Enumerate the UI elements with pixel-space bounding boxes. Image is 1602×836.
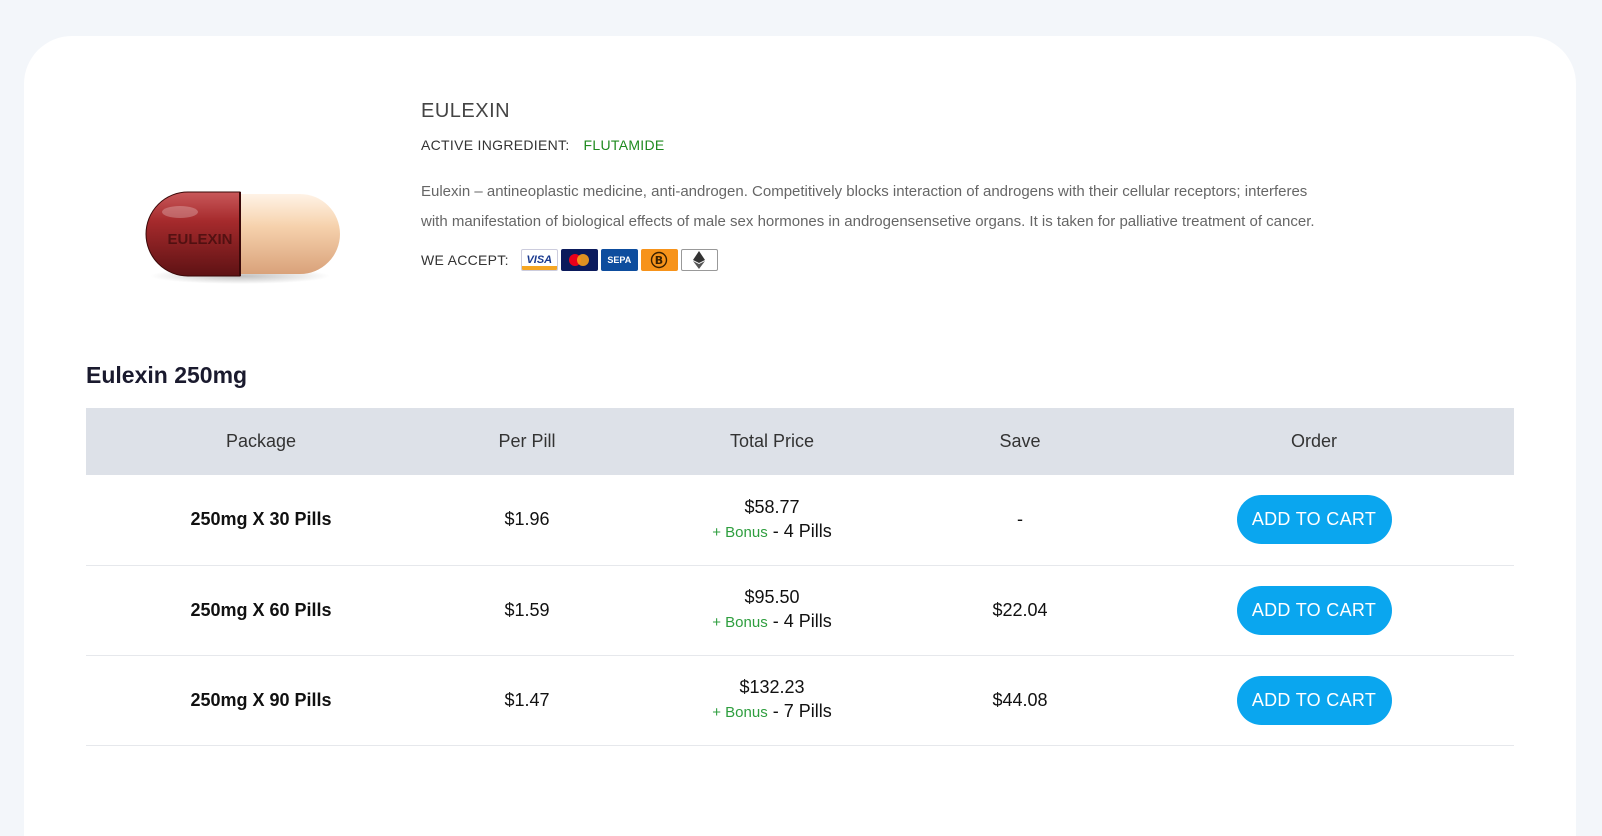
product-image: EULEXIN <box>140 186 340 286</box>
header-package: Package <box>86 408 436 475</box>
package-cell: 250mg X 30 Pills <box>86 475 436 566</box>
product-title: EULEXIN <box>421 100 511 122</box>
bonus-value: - 4 Pills <box>767 520 832 541</box>
mastercard-icon <box>560 249 598 271</box>
per-pill-cell: $1.59 <box>436 565 618 656</box>
add-to-cart-button[interactable]: ADD TO CART <box>1236 495 1392 545</box>
total-price-cell: $132.23 + Bonus - 7 Pills <box>618 655 926 746</box>
package-cell: 250mg X 90 Pills <box>86 655 436 746</box>
capsule-icon: EULEXIN <box>145 191 340 284</box>
add-to-cart-button[interactable]: ADD TO CART <box>1236 585 1392 635</box>
package-cell: 250mg X 60 Pills <box>86 565 436 656</box>
order-cell: ADD TO CART <box>1114 565 1514 656</box>
bonus-value: - 4 Pills <box>767 611 832 631</box>
header-save: Save <box>926 408 1114 475</box>
product-card: EULEXIN EULEXIN ACTIVE INGREDIENT: FLUTAM… <box>24 36 1576 836</box>
svg-text:B: B <box>655 254 663 267</box>
payment-methods: WE ACCEPT: VISA SEPA B <box>421 249 1321 271</box>
ethereum-icon <box>680 249 718 271</box>
total-price-cell: $95.50 + Bonus - 4 Pills <box>618 565 926 656</box>
sepa-icon: SEPA <box>600 249 638 271</box>
accept-label: WE ACCEPT: <box>421 252 509 268</box>
table-row: 250mg X 30 Pills $1.96 $58.77 + Bonus - … <box>86 475 1514 566</box>
order-cell: ADD TO CART <box>1114 655 1514 746</box>
total-price-cell: $58.77 + Bonus - 4 Pills <box>618 475 926 566</box>
bonus-label: + Bonus <box>712 704 768 721</box>
order-cell: ADD TO CART <box>1114 475 1514 566</box>
save-cell: - <box>926 475 1114 566</box>
total-amount: $132.23 <box>739 677 805 697</box>
section-title: Eulexin 250mg <box>86 362 248 388</box>
bonus-label: + Bonus <box>712 523 768 541</box>
visa-icon: VISA <box>520 249 558 271</box>
bitcoin-icon: B <box>640 249 678 271</box>
per-pill-cell: $1.47 <box>436 655 618 746</box>
per-pill-cell: $1.96 <box>436 475 618 566</box>
total-amount: $95.50 <box>744 587 800 607</box>
bonus-label: + Bonus <box>712 614 768 631</box>
table-header-row: Package Per Pill Total Price Save Order <box>86 408 1514 475</box>
header-total-price: Total Price <box>618 408 926 475</box>
table-row: 250mg X 90 Pills $1.47 $132.23 + Bonus -… <box>86 655 1514 746</box>
capsule-label: EULEXIN <box>167 231 232 248</box>
active-ingredient: ACTIVE INGREDIENT: FLUTAMIDE <box>421 137 1321 153</box>
header-order: Order <box>1114 408 1514 475</box>
add-to-cart-button[interactable]: ADD TO CART <box>1236 675 1392 725</box>
price-table: Package Per Pill Total Price Save Order … <box>86 408 1514 746</box>
ingredient-label: ACTIVE INGREDIENT: <box>421 137 570 153</box>
product-info: EULEXIN ACTIVE INGREDIENT: FLUTAMIDE Eule… <box>421 100 1321 271</box>
table-row: 250mg X 60 Pills $1.59 $95.50 + Bonus - … <box>86 565 1514 656</box>
total-amount: $58.77 <box>744 496 800 517</box>
bonus-value: - 7 Pills <box>767 701 832 721</box>
save-cell: $22.04 <box>926 565 1114 656</box>
header-per-pill: Per Pill <box>436 408 618 475</box>
ingredient-value[interactable]: FLUTAMIDE <box>584 137 665 153</box>
save-cell: $44.08 <box>926 655 1114 746</box>
product-description: Eulexin – antineoplastic medicine, anti-… <box>421 183 1315 230</box>
